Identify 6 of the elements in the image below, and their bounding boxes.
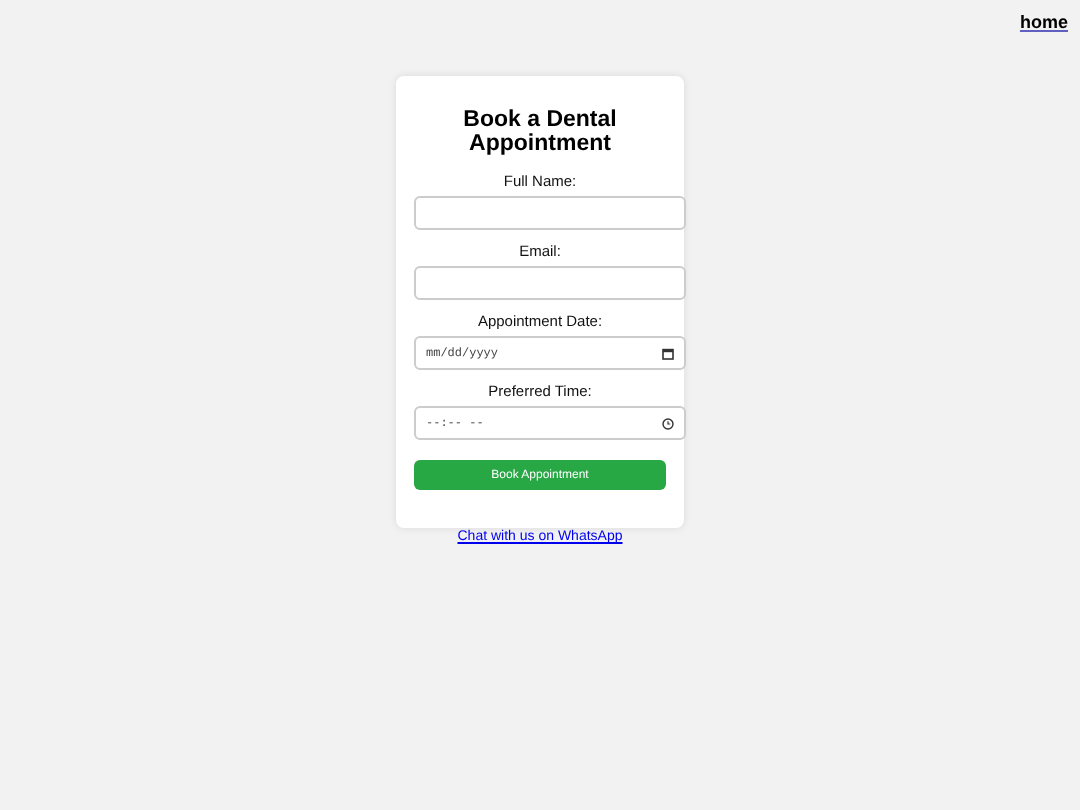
form-title: Book a Dental Appointment bbox=[461, 108, 619, 156]
text-field[interactable] bbox=[414, 266, 686, 300]
calendar-icon[interactable] bbox=[662, 347, 674, 359]
text-field[interactable] bbox=[414, 196, 686, 230]
clock-icon[interactable] bbox=[662, 417, 674, 429]
home-link[interactable]: home bbox=[1019, 12, 1068, 36]
